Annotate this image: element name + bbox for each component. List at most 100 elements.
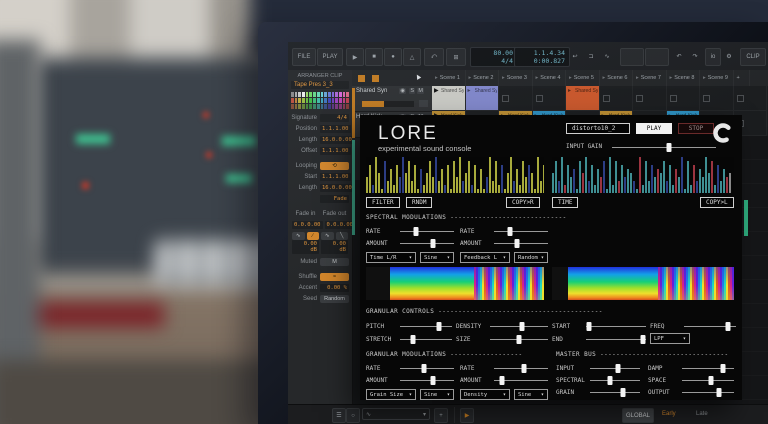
transport-play-button[interactable]: ▶ [346, 48, 364, 66]
color-swatch[interactable] [309, 92, 312, 97]
dropdown-sine[interactable]: Sine▾ [514, 389, 548, 400]
slider-track[interactable] [682, 380, 734, 381]
clip-slot[interactable]: ▸Shared Syn_2 [466, 86, 500, 111]
scene-play-icon[interactable]: ▸ [536, 75, 539, 81]
slider-rate[interactable]: RATE [366, 362, 454, 374]
slider-rate[interactable]: RATE [460, 225, 548, 237]
clip-play-icon[interactable]: ▸ [568, 87, 571, 94]
slider-thumb[interactable] [500, 376, 505, 385]
track-extra-box[interactable] [419, 100, 428, 107]
color-swatch[interactable] [328, 98, 331, 103]
color-swatch[interactable] [309, 98, 312, 103]
fade-curve-button[interactable]: ∿ [321, 232, 334, 240]
color-swatch[interactable] [339, 92, 342, 97]
slider-thumb[interactable] [667, 143, 672, 152]
slider-amount[interactable]: AMOUNT [460, 237, 548, 249]
slider-track[interactable] [586, 339, 646, 340]
clip-slot[interactable] [667, 86, 701, 111]
scene-header-scene-9[interactable]: ▸Scene 9 [700, 70, 734, 86]
slider-amount[interactable]: AMOUNT [366, 374, 454, 386]
color-swatch[interactable] [291, 98, 294, 103]
slider-track[interactable] [400, 380, 454, 381]
color-swatch[interactable] [295, 92, 298, 97]
inspector-value[interactable]: 1.1.1.00 [320, 125, 351, 133]
color-swatch[interactable] [346, 98, 349, 103]
waveform-left[interactable] [366, 157, 544, 193]
solo-button[interactable]: S [409, 88, 415, 94]
color-swatch[interactable] [321, 98, 324, 103]
slider-pitch[interactable]: PITCH [366, 320, 452, 332]
color-swatch[interactable] [313, 104, 316, 109]
slider-track[interactable] [494, 368, 548, 369]
slider-thumb[interactable] [717, 388, 722, 397]
color-swatch[interactable] [324, 98, 327, 103]
slider-track[interactable] [494, 380, 548, 381]
device-nav-button-1[interactable]: ☰ [332, 408, 346, 423]
slider-thumb[interactable] [437, 322, 442, 331]
play-button[interactable]: PLAY [636, 123, 672, 134]
scene-add-button[interactable]: + [734, 70, 750, 86]
inspector-value[interactable]: 0.00 % [320, 284, 349, 292]
slider-track[interactable] [400, 243, 454, 244]
slider-thumb[interactable] [414, 227, 419, 236]
inspector-value[interactable]: 1.1.1.00 [320, 173, 351, 181]
global-quantize-button[interactable]: GLOBAL [622, 408, 654, 423]
slider-track[interactable] [590, 392, 640, 393]
scene-play-icon[interactable]: ▸ [502, 75, 505, 81]
color-swatch[interactable] [317, 104, 320, 109]
color-swatch[interactable] [321, 104, 324, 109]
dropdown-sine[interactable]: Sine▾ [420, 252, 454, 263]
slider-track[interactable] [494, 243, 548, 244]
position-display[interactable]: 1.1.4.34 0:00.827 [514, 47, 570, 67]
slider-rate[interactable]: RATE [460, 362, 548, 374]
fade-curve-button[interactable]: ∕ [307, 232, 320, 240]
dropdown-time-l-r[interactable]: Time L/R▾ [366, 252, 416, 263]
device-nav-button-2[interactable]: ○ [346, 408, 360, 423]
color-swatch[interactable] [295, 104, 298, 109]
color-swatch[interactable] [335, 104, 338, 109]
slider-thumb[interactable] [726, 322, 731, 331]
color-swatch[interactable] [343, 98, 346, 103]
copy-right-button[interactable]: COPY>R [506, 197, 540, 208]
slider-thumb[interactable] [587, 322, 592, 331]
slider-thumb[interactable] [615, 364, 620, 373]
scene-header-scene-4[interactable]: ▸Scene 4 [533, 70, 567, 86]
inspector-button[interactable]: M [320, 258, 349, 266]
color-swatch[interactable] [321, 92, 324, 97]
dropdown-feedback-l[interactable]: Feedback L▾ [460, 252, 510, 263]
settings-gear-icon[interactable]: ⚙ [722, 48, 736, 64]
color-swatch[interactable] [291, 104, 294, 109]
inspector-button[interactable]: Random [320, 295, 349, 303]
stop-button[interactable]: STOP [678, 123, 714, 134]
scene-play-icon[interactable]: ▸ [636, 75, 639, 81]
color-swatch[interactable] [346, 92, 349, 97]
fade-curve-button[interactable]: ∿ [292, 232, 305, 240]
clip-stop-square[interactable] [636, 95, 643, 102]
undo-button[interactable]: ↶ [672, 48, 686, 64]
transport-metronome-button[interactable]: △ [403, 48, 421, 66]
slider-track[interactable] [612, 147, 716, 148]
slider-amount[interactable]: AMOUNT [460, 374, 548, 386]
inspector-value[interactable]: Fade [320, 195, 349, 203]
file-menu-button[interactable]: FILE [292, 48, 316, 66]
slider-track[interactable] [494, 231, 548, 232]
slider-amount[interactable]: AMOUNT [366, 237, 454, 249]
scene-play-icon[interactable]: ▸ [435, 75, 438, 81]
slider-thumb[interactable] [519, 322, 524, 331]
slider-thumb[interactable] [514, 239, 519, 248]
rndm-button[interactable]: RNDM [406, 197, 432, 208]
inspector-value[interactable]: 0.0.0.00 [325, 221, 356, 229]
color-swatch[interactable] [291, 92, 294, 97]
color-swatch[interactable] [298, 98, 301, 103]
slider-stretch[interactable]: STRETCH [366, 333, 452, 345]
transport-loop-button[interactable]: ⤺ [424, 48, 444, 66]
clip-slot[interactable] [533, 86, 567, 111]
transport-stop-button[interactable]: ■ [365, 48, 383, 66]
slider-space[interactable]: SPACE [648, 374, 734, 386]
clip-stop-button-2[interactable] [372, 75, 379, 82]
slider-track[interactable] [682, 368, 734, 369]
color-swatch[interactable] [343, 92, 346, 97]
color-swatch[interactable] [306, 98, 309, 103]
clip-color-palette[interactable] [291, 92, 349, 109]
clip-slot[interactable] [734, 86, 768, 111]
